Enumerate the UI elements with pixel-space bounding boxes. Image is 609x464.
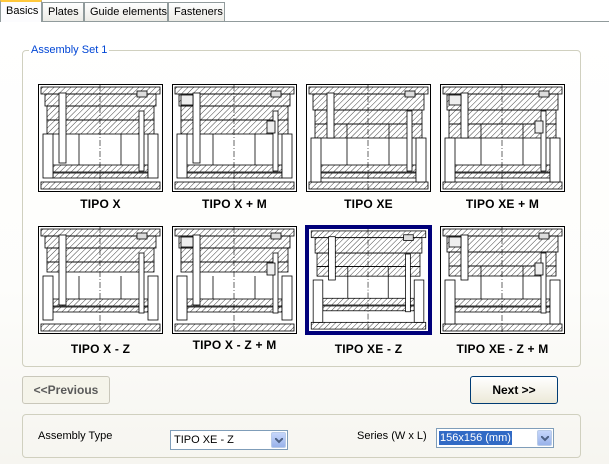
assembly-tile-tipo-xe-z-m[interactable] (440, 226, 565, 334)
assembly-tile-tipo-xe-z[interactable] (305, 225, 432, 335)
assembly-tile-tipo-xe-m[interactable] (440, 84, 565, 192)
tab-strip: Basics Plates Guide elements Fasteners (0, 0, 609, 22)
assembly-tile-tipo-x[interactable] (38, 84, 163, 192)
chevron-down-icon[interactable] (271, 432, 286, 448)
series-value: 156x156 (mm) (439, 431, 512, 445)
assembly-type-value: TIPO XE - Z (174, 434, 234, 446)
series-select[interactable]: 156x156 (mm) (436, 428, 554, 448)
assembly-caption: TIPO XE + M (465, 197, 540, 211)
tab-strip-line (0, 21, 609, 22)
next-button[interactable]: Next >> (470, 376, 558, 404)
previous-button[interactable]: <<Previous (22, 376, 110, 404)
assembly-drawing (442, 85, 563, 191)
group-title: Assembly Set 1 (31, 44, 108, 56)
assembly-drawing (310, 229, 427, 331)
chevron-down-icon[interactable] (537, 430, 552, 446)
assembly-tile-tipo-x-z[interactable] (38, 226, 163, 334)
assembly-type-select[interactable]: TIPO XE - Z (170, 430, 288, 450)
assembly-caption: TIPO X + M (201, 197, 267, 211)
assembly-caption: TIPO X - Z (70, 342, 131, 356)
assembly-drawing (40, 227, 161, 333)
tab-guide-elements[interactable]: Guide elements (84, 2, 168, 21)
assembly-tile-tipo-x-m[interactable] (172, 84, 297, 192)
assembly-tile-tipo-xe[interactable] (306, 84, 431, 192)
assembly-drawing (442, 227, 563, 333)
assembly-caption: TIPO XE - Z (334, 342, 403, 356)
assembly-tile-tipo-x-z-m[interactable] (172, 226, 297, 334)
assembly-drawing (308, 85, 429, 191)
tab-basics[interactable]: Basics (0, 0, 42, 22)
assembly-caption: TIPO XE - Z + M (456, 342, 549, 356)
assembly-caption: TIPO X (80, 197, 121, 211)
assembly-type-label: Assembly Type (38, 430, 113, 442)
assembly-drawing (174, 85, 295, 191)
assembly-caption: TIPO X - Z + M (192, 338, 277, 352)
assembly-drawing (174, 227, 295, 333)
assembly-caption: TIPO XE (344, 197, 393, 211)
tab-fasteners[interactable]: Fasteners (168, 2, 225, 21)
series-label: Series (W x L) (357, 430, 427, 442)
tab-plates[interactable]: Plates (42, 2, 84, 21)
assembly-drawing (40, 85, 161, 191)
